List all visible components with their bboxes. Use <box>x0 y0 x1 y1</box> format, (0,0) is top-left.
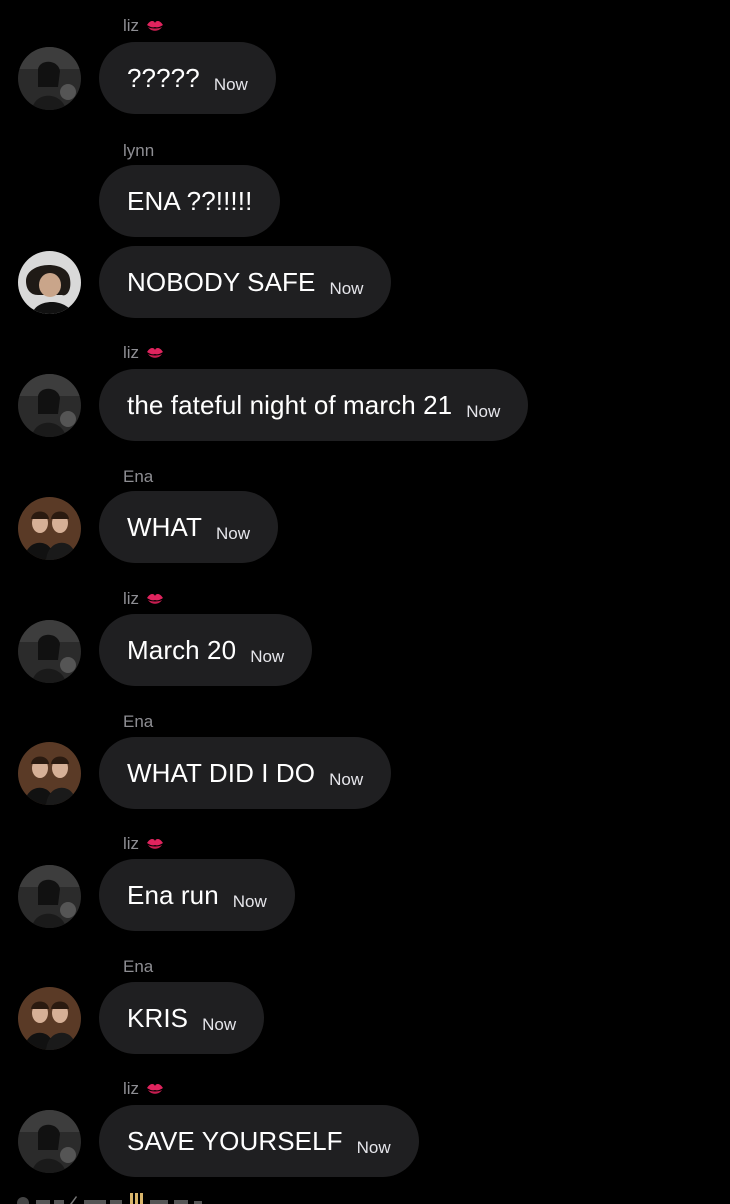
sender-name: liz <box>123 343 164 363</box>
avatar-lynn[interactable] <box>18 251 81 314</box>
message-bubble[interactable]: March 20 Now <box>99 614 313 686</box>
sender-name: liz <box>123 589 164 609</box>
message-bubble[interactable]: KRIS Now <box>99 982 265 1054</box>
message-time: Now <box>213 75 248 94</box>
message-bubble[interactable]: the fateful night of march 21 Now <box>99 369 529 441</box>
message-text: ENA ??!!!!! <box>127 185 253 216</box>
message-time: Now <box>329 279 364 298</box>
message-time: Now <box>250 647 285 666</box>
kiss-mark-icon <box>147 20 164 31</box>
message-bubble[interactable]: Ena run Now <box>99 859 295 931</box>
sender-name: liz <box>123 1079 164 1099</box>
message-text: NOBODY SAFE <box>127 266 316 297</box>
message-time: Now <box>232 892 267 911</box>
message-text: KRIS <box>127 1002 189 1033</box>
sender-name: Ena <box>123 712 154 731</box>
reactions-row-cutoff <box>17 1193 202 1204</box>
sender-name: lynn <box>123 141 155 160</box>
message-time: Now <box>216 524 251 543</box>
message-text: WHAT <box>127 511 203 542</box>
message-text: SAVE YOURSELF <box>127 1125 343 1156</box>
avatar-liz[interactable] <box>18 47 81 110</box>
message-time: Now <box>356 1138 391 1157</box>
sender-name: Ena <box>123 957 154 976</box>
message-text: Ena run <box>127 879 219 910</box>
avatar-liz[interactable] <box>18 620 81 683</box>
message-bubble[interactable]: WHAT DID I DO Now <box>99 737 392 809</box>
message-bubble[interactable]: ENA ??!!!!! <box>99 165 281 237</box>
avatar-ena[interactable] <box>18 742 81 805</box>
avatar-ena[interactable] <box>18 497 81 560</box>
sender-name: liz <box>123 834 164 854</box>
message-text: WHAT DID I DO <box>127 757 316 788</box>
message-bubble[interactable]: ????? Now <box>99 42 276 114</box>
avatar-liz[interactable] <box>18 1110 81 1173</box>
sender-name: liz <box>123 16 164 36</box>
kiss-mark-icon <box>147 838 164 849</box>
message-text: the fateful night of march 21 <box>127 389 453 420</box>
message-time: Now <box>329 770 364 789</box>
message-text: March 20 <box>127 634 237 665</box>
message-text: ????? <box>127 62 200 93</box>
message-bubble[interactable]: SAVE YOURSELF Now <box>99 1105 419 1177</box>
kiss-mark-icon <box>147 347 164 358</box>
avatar-liz[interactable] <box>18 374 81 437</box>
kiss-mark-icon <box>147 593 164 604</box>
sender-name: Ena <box>123 467 154 486</box>
avatar-liz[interactable] <box>18 865 81 928</box>
kiss-mark-icon <box>147 1083 164 1094</box>
message-bubble[interactable]: WHAT Now <box>99 491 279 563</box>
avatar-ena[interactable] <box>18 987 81 1050</box>
message-time: Now <box>466 402 501 421</box>
message-thread: liz ????? Now lynn ENA ??!!!!! NOBODY SA… <box>0 0 730 1204</box>
message-bubble[interactable]: NOBODY SAFE Now <box>99 246 392 318</box>
message-time: Now <box>202 1015 237 1034</box>
